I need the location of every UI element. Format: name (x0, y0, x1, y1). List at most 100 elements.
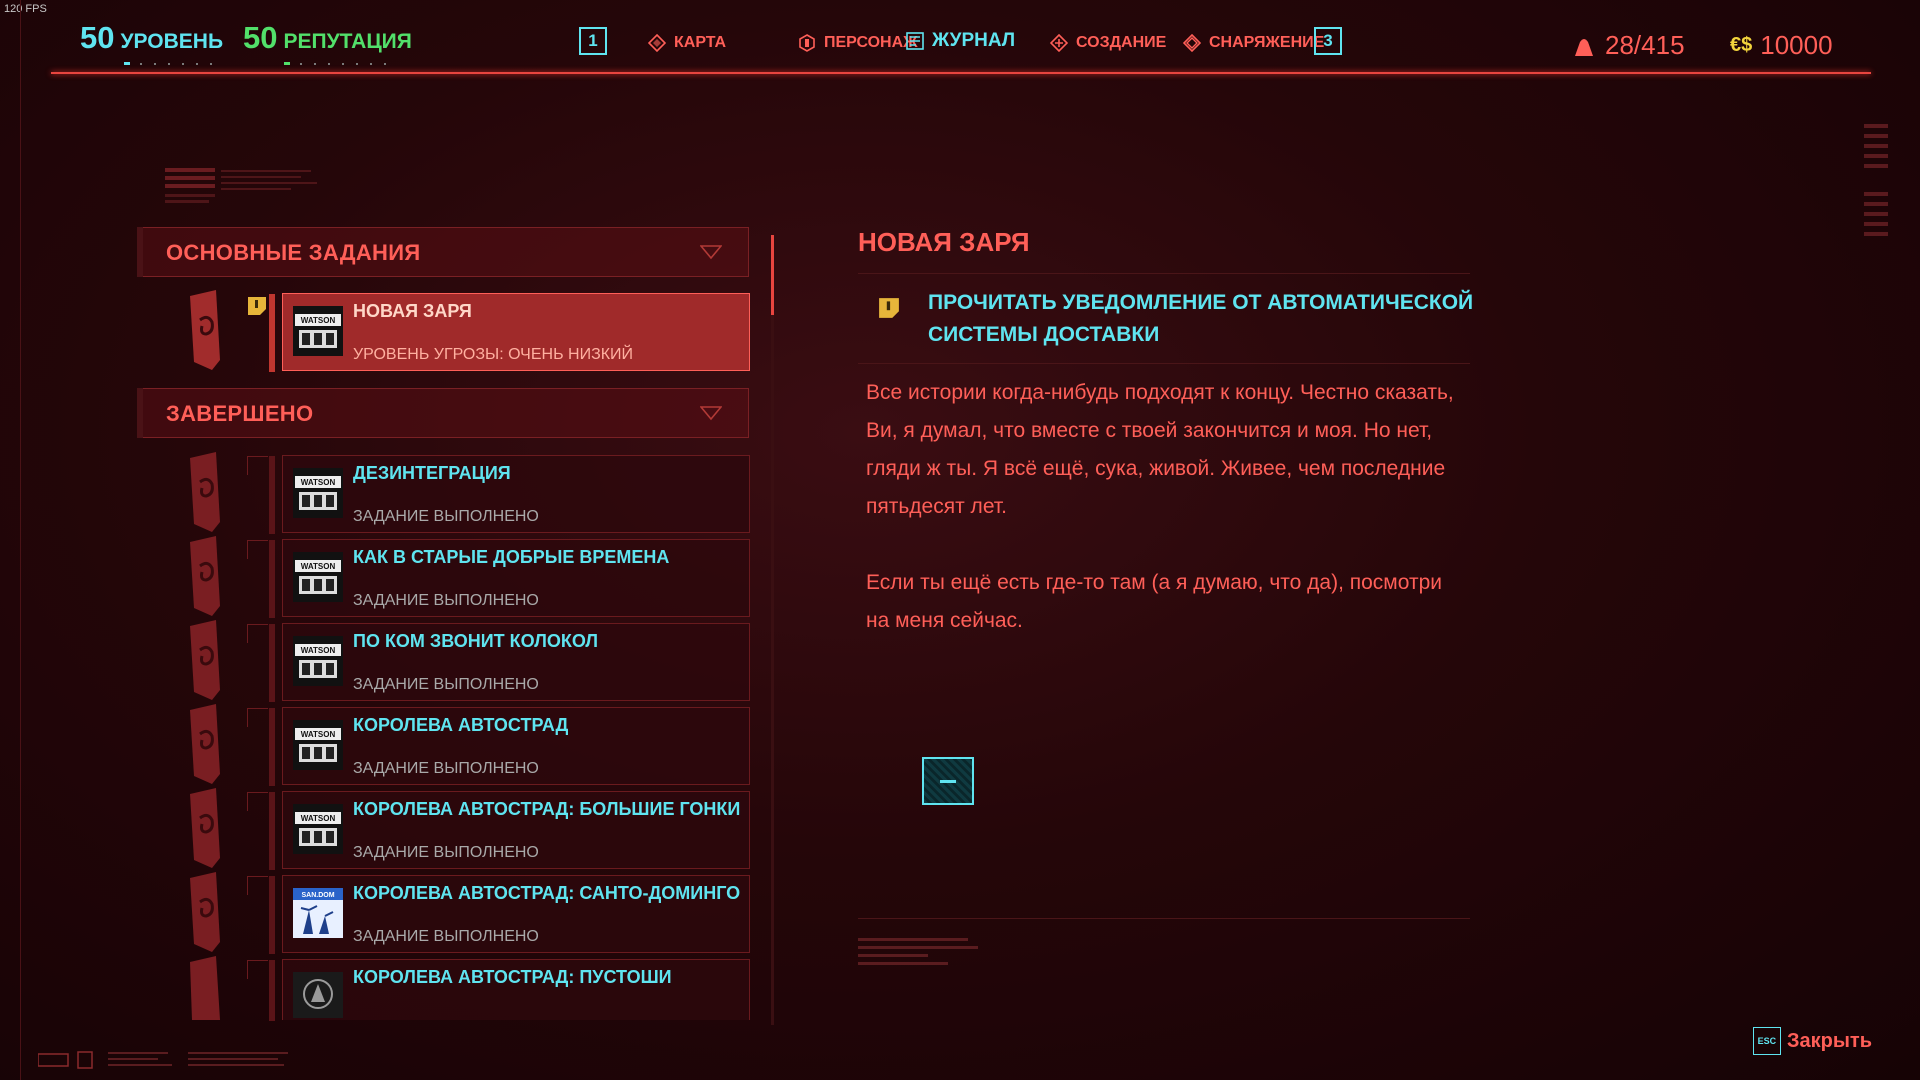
untracked-box (247, 456, 268, 475)
quest-item[interactable]: WATSON КОРОЛЕВА АВТОСТРАД ЗАДАНИЕ ВЫПОЛН… (247, 707, 750, 786)
tab-inventory[interactable]: СНАРЯЖЕНИЕ (1183, 34, 1324, 52)
message-shard-icon[interactable] (922, 757, 974, 805)
quest-selection-bar (269, 294, 275, 372)
level-display: 50 УРОВЕНЬ (80, 20, 223, 56)
section-main-quests-title: ОСНОВНЫЕ ЗАДАНИЯ (166, 240, 421, 265)
crafting-icon (1050, 34, 1068, 52)
section-main-quests[interactable]: ОСНОВНЫЕ ЗАДАНИЯ (137, 227, 749, 277)
left-edge-line (20, 0, 21, 1080)
quest-status: ЗАДАНИЕ ВЫПОЛНЕНО (353, 592, 539, 609)
tab-character-label: ПЕРСОНАЖ (824, 34, 918, 51)
character-icon (799, 34, 815, 52)
quest-row-bar (269, 540, 275, 618)
quest-name: ДЕЗИНТЕГРАЦИЯ (353, 463, 511, 483)
santo-domingo-icon: SAN.DOM (293, 888, 343, 938)
untracked-box (247, 540, 268, 559)
money-value: 10000 (1760, 30, 1833, 60)
inventory-icon (1183, 34, 1201, 52)
tab-character[interactable]: ПЕРСОНАЖ (798, 34, 918, 52)
reputation-value: 50 (243, 20, 278, 55)
quest-hook-icon (190, 620, 220, 700)
quest-hook-icon (190, 872, 220, 952)
tab-crafting[interactable]: СОЗДАНИЕ (1050, 34, 1166, 52)
tab-map-label: КАРТА (674, 34, 727, 51)
quest-status: ЗАДАНИЕ ВЫПОЛНЕНО (353, 676, 539, 693)
quest-status: ЗАДАНИЕ ВЫПОЛНЕНО (353, 844, 539, 861)
quest-detail-title: НОВАЯ ЗАРЯ (858, 227, 1030, 257)
quest-item[interactable]: WATSON ПО КОМ ЗВОНИТ КОЛОКОЛ ЗАДАНИЕ ВЫП… (247, 623, 750, 702)
objective-divider (858, 363, 1470, 364)
quest-hook-icon (190, 290, 220, 370)
quest-row-bar (269, 876, 275, 954)
shard-line (940, 780, 956, 783)
binary-decoration (1864, 124, 1888, 236)
section-completed-title: ЗАВЕРШЕНО (166, 401, 314, 426)
chevron-down-icon (700, 245, 722, 260)
quest-item[interactable]: WATSON КАК В СТАРЫЕ ДОБРЫЕ ВРЕМЕНА ЗАДАН… (247, 539, 750, 618)
esc-key-icon: ESC (1752, 1027, 1781, 1055)
scrollbar-thumb[interactable] (771, 235, 774, 315)
quest-row-bar (269, 624, 275, 702)
quest-row-bar (269, 456, 275, 534)
quest-status: ЗАДАНИЕ ВЫПОЛНЕНО (353, 760, 539, 777)
quest-name: НОВАЯ ЗАРЯ (353, 301, 472, 321)
quest-list-scrollbar[interactable] (771, 235, 774, 1025)
close-label: Закрыть (1786, 1029, 1872, 1052)
quest-row-bar (269, 792, 275, 870)
watson-icon: WATSON (293, 636, 343, 686)
tab-map[interactable]: КАРТА (648, 34, 726, 52)
quest-item[interactable]: КОРОЛЕВА АВТОСТРАД: ПУСТОШИ (247, 959, 750, 1021)
quest-name: КОРОЛЕВА АВТОСТРАД: САНТО-ДОМИНГО (353, 883, 741, 903)
journal-icon (906, 32, 924, 50)
svg-text:WATSON: WATSON (301, 646, 336, 655)
svg-text:WATSON: WATSON (301, 478, 336, 487)
tab-journal-label: ЖУРНАЛ (932, 30, 1016, 51)
level-progress-dots (124, 62, 212, 65)
section-completed[interactable]: ЗАВЕРШЕНО (137, 388, 749, 438)
header-divider (51, 72, 1871, 74)
quest-name: КОРОЛЕВА АВТОСТРАД (353, 715, 569, 735)
quest-objective[interactable]: ПРОЧИТАТЬ УВЕДОМЛЕНИЕ ОТ АВТОМАТИЧЕСКОЙ … (928, 287, 1488, 351)
tab-journal[interactable]: ЖУРНАЛ (906, 30, 1015, 52)
quest-item[interactable]: SAN.DOM КОРОЛЕВА АВТОСТРАД: САНТО-ДОМИНГ… (247, 875, 750, 954)
quest-hook-icon (190, 452, 220, 532)
tab-inventory-label: СНАРЯЖЕНИЕ (1209, 34, 1325, 51)
quest-hook-icon (190, 704, 220, 784)
svg-text:WATSON: WATSON (301, 730, 336, 739)
level-value: 50 (80, 20, 115, 55)
prev-tab-key[interactable]: 1 (579, 27, 607, 55)
quest-status: ЗАДАНИЕ ВЫПОЛНЕНО (353, 928, 539, 945)
eurodollar-icon: €$ (1730, 34, 1753, 56)
map-icon (648, 34, 666, 52)
untracked-box (247, 876, 268, 895)
quest-name: КОРОЛЕВА АВТОСТРАД: БОЛЬШИЕ ГОНКИ (353, 799, 741, 819)
quest-item-active[interactable]: WATSON НОВАЯ ЗАРЯ УРОВЕНЬ УГРОЗЫ: ОЧЕНЬ … (248, 293, 750, 372)
svg-text:WATSON: WATSON (301, 562, 336, 571)
quest-description-paragraph-1: Все истории когда-нибудь подходят к конц… (866, 381, 1454, 518)
image-metadata-decoration (858, 938, 978, 965)
quest-row-bar (269, 708, 275, 786)
reputation-display: 50 РЕПУТАЦИЯ (243, 20, 412, 56)
quest-status: ЗАДАНИЕ ВЫПОЛНЕНО (353, 508, 539, 525)
watson-icon: WATSON (293, 804, 343, 854)
watson-icon: WATSON (293, 720, 343, 770)
svg-text:SAN.DOM: SAN.DOM (301, 892, 334, 899)
quest-hook-icon (190, 788, 220, 868)
quest-item[interactable]: WATSON КОРОЛЕВА АВТОСТРАД: БОЛЬШИЕ ГОНКИ… (247, 791, 750, 870)
protocol-decoration-icon (165, 168, 317, 203)
untracked-box (247, 708, 268, 727)
svg-text:WATSON: WATSON (301, 316, 336, 325)
carry-weight-value: 28/415 (1605, 30, 1685, 60)
close-button[interactable]: ESC Закрыть (1752, 1027, 1872, 1055)
weight-icon (1575, 38, 1593, 56)
quest-row-bar (269, 960, 275, 1021)
reputation-label: РЕПУТАЦИЯ (283, 30, 412, 53)
carry-weight: 28/415 (1573, 30, 1685, 61)
next-tab-key[interactable]: 3 (1314, 27, 1342, 55)
quest-name: ПО КОМ ЗВОНИТ КОЛОКОЛ (353, 631, 599, 651)
quest-name: КАК В СТАРЫЕ ДОБРЫЕ ВРЕМЕНА (353, 547, 670, 567)
quest-item[interactable]: WATSON ДЕЗИНТЕГРАЦИЯ ЗАДАНИЕ ВЫПОЛНЕНО (247, 455, 750, 534)
detail-bottom-divider (858, 918, 1470, 919)
quest-description-paragraph-2: Если ты ещё есть где-то там (а я думаю, … (866, 571, 1442, 632)
quest-hook-icon (190, 536, 220, 616)
